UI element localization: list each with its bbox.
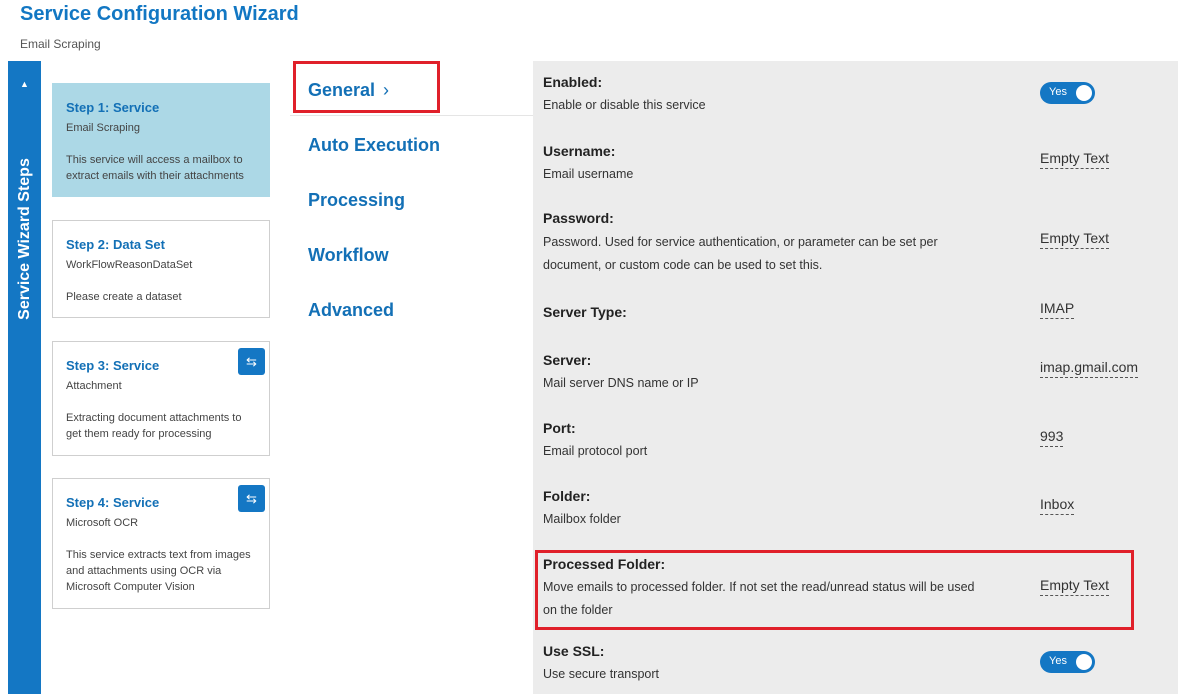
setting-desc-enabled: Enable or disable this service [543, 98, 706, 112]
toggle-knob [1076, 654, 1092, 670]
step-description: Please create a dataset [66, 291, 182, 303]
setting-label-server: Server: [543, 352, 592, 368]
swap-icon[interactable]: ⇆ [238, 348, 265, 375]
setting-label-enabled: Enabled: [543, 74, 603, 90]
port-field[interactable]: 993 [1040, 427, 1064, 447]
step-title: Step 3: Service [66, 358, 160, 373]
setting-desc-password: Password. Used for service authenticatio… [543, 235, 938, 272]
setting-label-password: Password: [543, 210, 614, 226]
step-title: Step 1: Service [66, 100, 160, 115]
server-field[interactable]: imap.gmail.com [1040, 358, 1139, 378]
username-field[interactable]: Empty Text [1040, 149, 1109, 169]
step-title: Step 4: Service [66, 495, 160, 510]
setting-desc-server: Mail server DNS name or IP [543, 376, 699, 390]
nav-item-workflow[interactable]: Workflow [308, 245, 389, 266]
rail-label: Service Wizard Steps [15, 158, 33, 320]
wizard-steps-rail[interactable]: ▲ Service Wizard Steps [8, 61, 41, 694]
toggle-knob [1076, 85, 1092, 101]
toggle-text: Yes [1049, 655, 1067, 667]
setting-desc-use-ssl: Use secure transport [543, 667, 660, 681]
nav-item-auto-execution[interactable]: Auto Execution [308, 135, 440, 156]
collapse-arrow-icon[interactable]: ▲ [20, 79, 29, 89]
step-title: Step 2: Data Set [66, 237, 165, 252]
use-ssl-toggle[interactable]: Yes [1040, 651, 1095, 673]
step-description: This service extracts text from images a… [66, 549, 251, 593]
nav-item-advanced[interactable]: Advanced [308, 300, 394, 321]
highlight-box-general [293, 61, 440, 113]
setting-label-server-type: Server Type: [543, 304, 627, 320]
step-card-1[interactable]: Step 1: Service Email Scraping This serv… [52, 83, 270, 197]
step-subtitle: Email Scraping [66, 122, 140, 134]
setting-desc-username: Email username [543, 167, 634, 181]
step-description: This service will access a mailbox to ex… [66, 154, 244, 182]
folder-field[interactable]: Inbox [1040, 495, 1075, 515]
setting-label-port: Port: [543, 420, 576, 436]
step-card-4[interactable]: ⇆ Step 4: Service Microsoft OCR This ser… [52, 478, 270, 609]
page-subtitle: Email Scraping [20, 37, 101, 51]
highlight-box-processed-folder [535, 550, 1134, 630]
enabled-toggle[interactable]: Yes [1040, 82, 1095, 104]
settings-nav: General › Auto Execution Processing Workf… [290, 61, 533, 694]
step-subtitle: Attachment [66, 380, 122, 392]
step-card-2[interactable]: Step 2: Data Set WorkFlowReasonDataSet P… [52, 220, 270, 318]
setting-label-use-ssl: Use SSL: [543, 643, 605, 659]
step-card-3[interactable]: ⇆ Step 3: Service Attachment Extracting … [52, 341, 270, 456]
nav-item-processing[interactable]: Processing [308, 190, 405, 211]
setting-label-username: Username: [543, 143, 616, 159]
setting-desc-port: Email protocol port [543, 444, 648, 458]
step-description: Extracting document attachments to get t… [66, 412, 242, 440]
toggle-text: Yes [1049, 86, 1067, 98]
nav-divider [290, 115, 533, 116]
setting-label-folder: Folder: [543, 488, 591, 504]
swap-icon[interactable]: ⇆ [238, 485, 265, 512]
page-title: Service Configuration Wizard [20, 3, 299, 25]
password-field[interactable]: Empty Text [1040, 229, 1109, 249]
server-type-field[interactable]: IMAP [1040, 299, 1075, 319]
setting-desc-folder: Mailbox folder [543, 512, 621, 526]
step-subtitle: WorkFlowReasonDataSet [66, 259, 193, 271]
step-subtitle: Microsoft OCR [66, 517, 139, 529]
